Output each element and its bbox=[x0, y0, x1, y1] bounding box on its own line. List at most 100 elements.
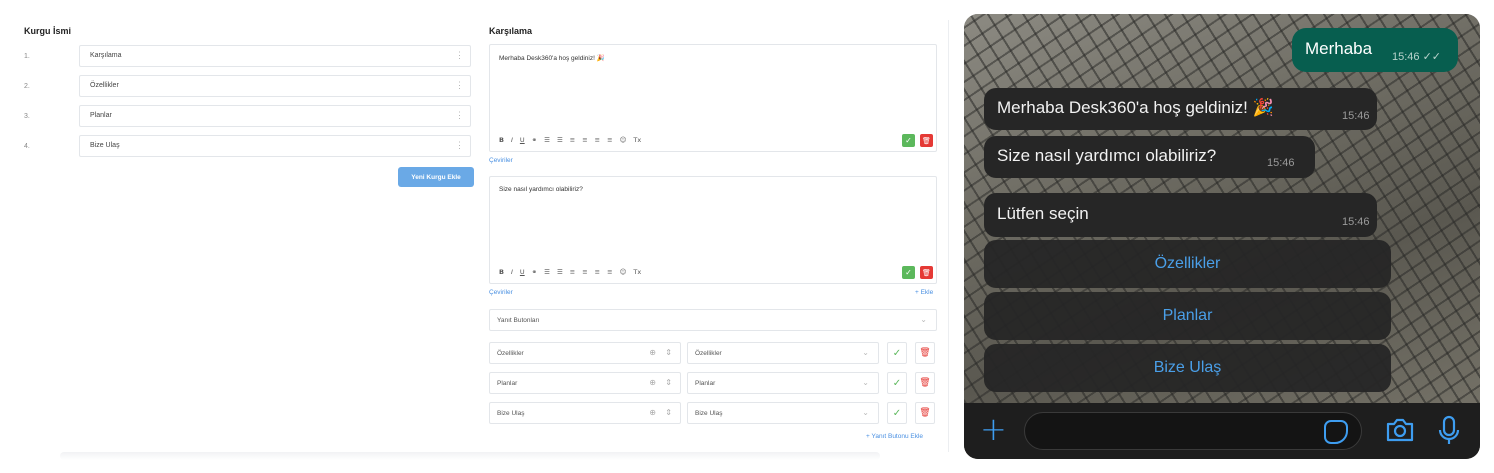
flow-name-input[interactable]: Özellikler ⋮ bbox=[79, 75, 471, 97]
flow-name-input[interactable]: Karşılama ⋮ bbox=[79, 45, 471, 67]
flow-name-value: Bize Ulaş bbox=[90, 142, 120, 149]
align-center-icon[interactable]: ≡ bbox=[582, 268, 587, 276]
chat-preview: Merhaba 15:46 ✓✓ Merhaba Desk360'a hoş g… bbox=[964, 14, 1480, 459]
reply-button-target: Özellikler bbox=[695, 350, 722, 357]
add-link[interactable]: + Ekle bbox=[915, 289, 933, 296]
italic-icon[interactable]: I bbox=[511, 136, 513, 144]
message-text: Size nasıl yardımcı olabiliriz? bbox=[997, 146, 1217, 165]
reply-button-label-input[interactable]: Planlar ⊕ ⇕ bbox=[489, 372, 681, 394]
ordered-list-icon[interactable]: ☰ bbox=[544, 136, 550, 144]
bullet-list-icon[interactable]: ☰ bbox=[557, 136, 563, 144]
editor-toolbar: B I U ⚭ ☰ ☰ ≡ ≡ ≡ ≡ ☺ Tx bbox=[499, 268, 641, 276]
link-icon[interactable]: ⚭ bbox=[532, 268, 537, 276]
flow-title: Karşılama bbox=[489, 26, 533, 36]
sort-icon[interactable]: ⇕ bbox=[665, 378, 672, 387]
check-icon[interactable]: ✓ bbox=[887, 402, 907, 424]
message-time: 15:46 bbox=[1267, 157, 1295, 169]
align-justify-icon[interactable]: ≡ bbox=[607, 268, 612, 276]
new-flow-button[interactable]: Yeni Kurgu Ekle bbox=[398, 167, 474, 187]
reply-button-target-select[interactable]: Bize Ulaş ⌄ bbox=[687, 402, 879, 424]
chat-reply-button[interactable]: Özellikler bbox=[984, 240, 1391, 288]
sort-icon[interactable]: ⇕ bbox=[665, 348, 672, 357]
chat-reply-button[interactable]: Planlar bbox=[984, 292, 1391, 340]
align-left-icon[interactable]: ≡ bbox=[570, 136, 575, 144]
reply-buttons-select[interactable]: Yanıt Butonları ⌄ bbox=[489, 309, 937, 331]
trash-icon[interactable]: 🗑 bbox=[915, 372, 935, 394]
chat-reply-button[interactable]: Bize Ulaş bbox=[984, 344, 1391, 392]
incoming-message: Size nasıl yardımcı olabiliriz? 15:46 bbox=[984, 136, 1315, 178]
message-input[interactable] bbox=[1024, 412, 1362, 450]
flow-name-input[interactable]: Planlar ⋮ bbox=[79, 105, 471, 127]
check-icon[interactable]: ✓ bbox=[887, 342, 907, 364]
reply-button-target-select[interactable]: Özellikler ⌄ bbox=[687, 342, 879, 364]
message-time: 15:46 bbox=[1342, 216, 1370, 228]
trash-icon[interactable]: 🗑 bbox=[920, 266, 933, 279]
flow-name-value: Karşılama bbox=[90, 52, 122, 59]
link-icon[interactable]: ⚭ bbox=[532, 136, 537, 144]
row-number: 1. bbox=[24, 53, 30, 60]
globe-icon[interactable]: ⊕ bbox=[649, 348, 656, 357]
message-editor[interactable]: Merhaba Desk360'a hoş geldiniz! 🎉 B I U … bbox=[489, 44, 937, 152]
message-time: 15:46 bbox=[1342, 110, 1370, 122]
align-left-icon[interactable]: ≡ bbox=[570, 268, 575, 276]
microphone-icon[interactable] bbox=[1438, 415, 1460, 447]
align-right-icon[interactable]: ≡ bbox=[595, 136, 600, 144]
editor-text[interactable]: Merhaba Desk360'a hoş geldiniz! 🎉 bbox=[499, 54, 605, 62]
incoming-message: Lütfen seçin 15:46 bbox=[984, 193, 1377, 237]
row-number: 3. bbox=[24, 113, 30, 120]
chat-input-bar: + bbox=[964, 403, 1480, 459]
divider bbox=[948, 20, 949, 452]
reply-button-label-input[interactable]: Bize Ulaş ⊕ ⇕ bbox=[489, 402, 681, 424]
editor-text[interactable]: Size nasıl yardımcı olabiliriz? bbox=[499, 186, 583, 193]
flow-name-input[interactable]: Bize Ulaş ⋮ bbox=[79, 135, 471, 157]
reply-button-label-input[interactable]: Özellikler ⊕ ⇕ bbox=[489, 342, 681, 364]
row-number: 4. bbox=[24, 143, 30, 150]
underline-icon[interactable]: U bbox=[520, 268, 525, 276]
reply-button-label: Bize Ulaş bbox=[497, 410, 525, 417]
globe-icon[interactable]: ⊕ bbox=[649, 408, 656, 417]
camera-icon[interactable] bbox=[1385, 417, 1415, 443]
emoji-icon[interactable]: ☺ bbox=[620, 268, 627, 276]
check-icon[interactable]: ✓ bbox=[902, 266, 915, 279]
plus-icon[interactable]: + bbox=[980, 411, 1007, 447]
reply-button-target-select[interactable]: Planlar ⌄ bbox=[687, 372, 879, 394]
editor-toolbar: B I U ⚭ ☰ ☰ ≡ ≡ ≡ ≡ ☺ Tx bbox=[499, 136, 641, 144]
drag-handle-icon[interactable]: ⋮ bbox=[455, 111, 464, 120]
bold-icon[interactable]: B bbox=[499, 268, 504, 276]
italic-icon[interactable]: I bbox=[511, 268, 513, 276]
sort-icon[interactable]: ⇕ bbox=[665, 408, 672, 417]
emoji-icon[interactable]: ☺ bbox=[620, 136, 627, 144]
bold-icon[interactable]: B bbox=[499, 136, 504, 144]
drag-handle-icon[interactable]: ⋮ bbox=[455, 141, 464, 150]
reply-button-label: Özellikler bbox=[497, 350, 524, 357]
chevron-down-icon: ⌄ bbox=[920, 315, 927, 324]
trash-icon[interactable]: 🗑 bbox=[915, 342, 935, 364]
message-editor[interactable]: Size nasıl yardımcı olabiliriz? B I U ⚭ … bbox=[489, 176, 937, 284]
ordered-list-icon[interactable]: ☰ bbox=[544, 268, 550, 276]
flow-name-header: Kurgu İsmi bbox=[24, 26, 72, 36]
globe-icon[interactable]: ⊕ bbox=[649, 378, 656, 387]
check-icon[interactable]: ✓ bbox=[902, 134, 915, 147]
drag-handle-icon[interactable]: ⋮ bbox=[455, 51, 464, 60]
bullet-list-icon[interactable]: ☰ bbox=[557, 268, 563, 276]
clear-format-icon[interactable]: Tx bbox=[633, 136, 641, 144]
align-justify-icon[interactable]: ≡ bbox=[607, 136, 612, 144]
translations-link[interactable]: Çeviriler bbox=[489, 157, 513, 164]
add-reply-button-link[interactable]: + Yanıt Butonu Ekle bbox=[866, 433, 923, 440]
align-right-icon[interactable]: ≡ bbox=[595, 268, 600, 276]
underline-icon[interactable]: U bbox=[520, 136, 525, 144]
chevron-down-icon: ⌄ bbox=[862, 378, 869, 387]
reply-button-target: Planlar bbox=[695, 380, 716, 387]
chevron-down-icon: ⌄ bbox=[862, 348, 869, 357]
flow-name-value: Planlar bbox=[90, 112, 112, 119]
trash-icon[interactable]: 🗑 bbox=[915, 402, 935, 424]
panel-shadow bbox=[60, 452, 880, 460]
message-text: Merhaba bbox=[1305, 39, 1373, 58]
align-center-icon[interactable]: ≡ bbox=[582, 136, 587, 144]
reply-button-label: Planlar bbox=[497, 380, 518, 387]
trash-icon[interactable]: 🗑 bbox=[920, 134, 933, 147]
translations-link[interactable]: Çeviriler bbox=[489, 289, 513, 296]
drag-handle-icon[interactable]: ⋮ bbox=[455, 81, 464, 90]
clear-format-icon[interactable]: Tx bbox=[633, 268, 641, 276]
check-icon[interactable]: ✓ bbox=[887, 372, 907, 394]
